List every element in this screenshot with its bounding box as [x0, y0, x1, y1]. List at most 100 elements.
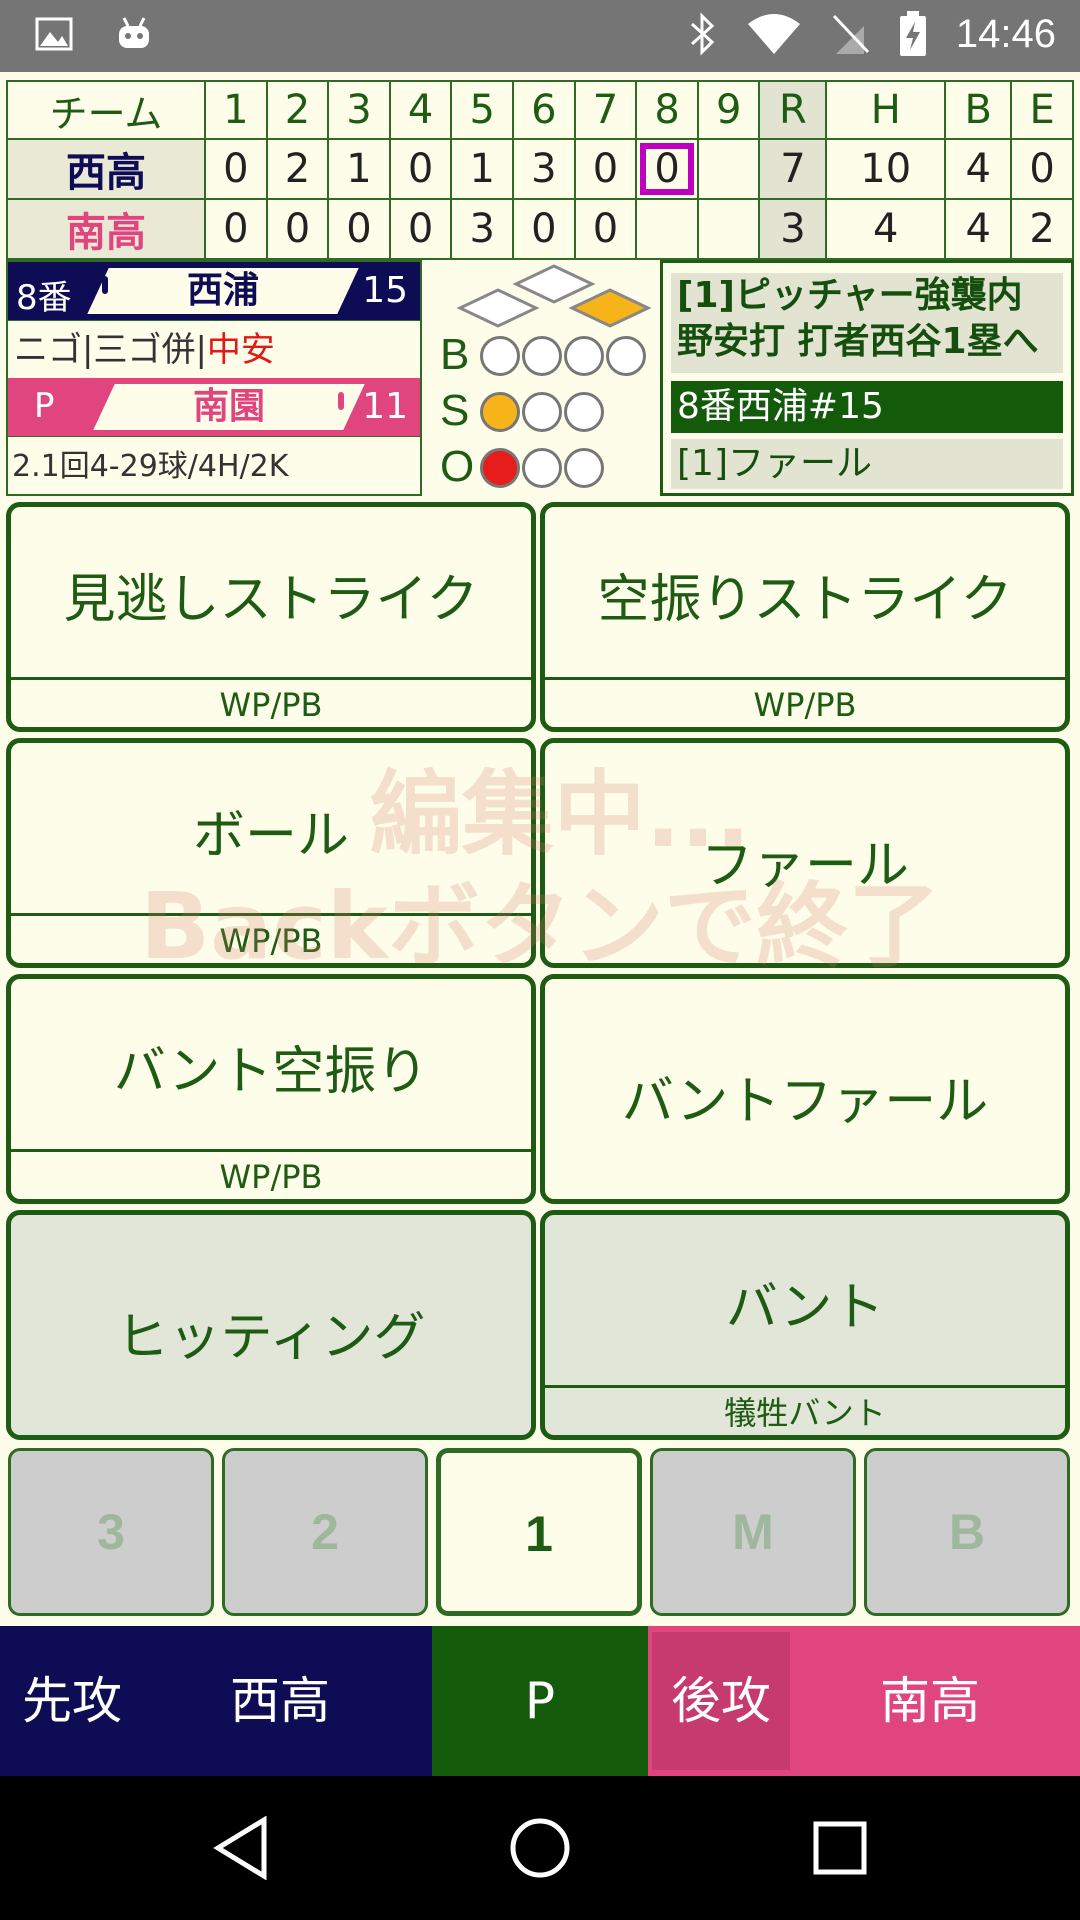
inning-score[interactable]: 1	[450, 138, 515, 200]
inning-header: 7	[573, 80, 638, 140]
ball-button[interactable]: ボール WP/PB	[6, 738, 536, 968]
team-bar: 先攻 西高 P 後攻 南高	[0, 1626, 1080, 1776]
sacrifice-bunt-button[interactable]: 犠牲バント	[545, 1385, 1065, 1435]
strike-light-2	[522, 392, 562, 432]
strike-light-3	[564, 392, 604, 432]
bottom-team-name: 南高	[6, 198, 206, 260]
top-team-walks: 4	[944, 138, 1013, 200]
recents-icon[interactable]	[812, 1820, 868, 1876]
called-strike-button[interactable]: 見逃しストライク WP/PB	[6, 502, 536, 732]
scoreboard-header-row: チーム 1 2 3 4 5 6 7 8 9 R H B E	[6, 80, 1074, 140]
bottom-side-label: 後攻	[652, 1632, 790, 1770]
inning-header: 2	[265, 80, 330, 140]
batter-history-latest: 中安	[206, 330, 275, 370]
swinging-strike-button[interactable]: 空振りストライク WP/PB	[540, 502, 1070, 732]
inning-score[interactable]	[696, 198, 761, 260]
inning-score[interactable]: 0	[388, 198, 453, 260]
scoreboard-bottom-team-row: 南高 0 0 0 0 3 0 0 3 4 4 2	[6, 198, 1074, 260]
batter-pitcher-panel[interactable]: 8番 西浦 15 ニゴ|三ゴ併|中安 P 南園 11 2.1回4-29球/4H/…	[6, 260, 422, 496]
inning-header: 9	[696, 80, 761, 140]
inning-score[interactable]: 0	[573, 198, 638, 260]
inning-header: 6	[512, 80, 576, 140]
swinging-strike-wp-pb-button[interactable]: WP/PB	[545, 677, 1065, 727]
strikes-label: S	[440, 386, 470, 435]
navigation-bar	[0, 1776, 1080, 1920]
ball-light-4	[606, 336, 646, 376]
hitting-button[interactable]: ヒッティング	[6, 1210, 536, 1440]
inning-score[interactable]: 3	[450, 198, 515, 260]
foul-button[interactable]: ファール	[540, 738, 1070, 968]
total-header-errors: E	[1010, 80, 1074, 140]
tab-2[interactable]: 2	[222, 1448, 428, 1616]
top-team-errors: 0	[1010, 138, 1074, 200]
scoreboard-top-team-row: 西高 0 2 1 0 1 3 0 0 7 10 4 0	[6, 138, 1074, 200]
inning-score[interactable]: 1	[327, 138, 391, 200]
first-base[interactable]	[568, 288, 652, 328]
pitcher-row[interactable]: P 南園 11	[8, 378, 420, 436]
pitcher-label: P	[34, 386, 55, 426]
tab-b[interactable]: B	[864, 1448, 1070, 1616]
top-team-runs: 7	[758, 138, 828, 200]
pitcher-stats: 2.1回4-29球/4H/2K	[8, 436, 420, 494]
back-icon[interactable]	[212, 1816, 272, 1880]
batter-history-prev: ニゴ|三ゴ併|	[14, 330, 207, 370]
android-icon	[119, 17, 149, 48]
second-base[interactable]	[512, 264, 596, 304]
batter-order: 8番	[16, 278, 72, 318]
inning-score[interactable]: 0	[265, 198, 330, 260]
batter-name: 西浦	[186, 270, 259, 311]
tab-m[interactable]: M	[650, 1448, 856, 1616]
balls-label: B	[440, 330, 470, 379]
home-icon[interactable]	[508, 1816, 572, 1880]
out-light-3	[564, 448, 604, 488]
total-header-runs: R	[758, 80, 828, 140]
inning-score[interactable]: 0	[327, 198, 391, 260]
inning-score[interactable]: 0	[512, 198, 576, 260]
batter-row[interactable]: 8番 西浦 15	[8, 262, 420, 320]
inning-score[interactable]: 0	[388, 138, 453, 200]
no-sim-icon	[832, 14, 869, 54]
top-team-button[interactable]: 先攻 西高	[0, 1626, 432, 1776]
inning-score[interactable]	[696, 138, 761, 200]
mode-tabs: 3 2 1 M B	[0, 1440, 1080, 1624]
count-panel: B S O	[432, 262, 652, 498]
inning-score[interactable]: 0	[204, 198, 268, 260]
inning-score[interactable]: 0	[204, 138, 268, 200]
bunt-miss-wp-pb-button[interactable]: WP/PB	[11, 1149, 531, 1199]
foul-label: ファール	[700, 836, 909, 896]
hitting-label: ヒッティング	[116, 1308, 426, 1368]
bottom-team-button[interactable]: 後攻 南高	[648, 1626, 1080, 1776]
pitcher-name: 南園	[192, 386, 265, 427]
ball-label: ボール	[192, 806, 349, 866]
outs-label: O	[440, 442, 475, 491]
called-strike-wp-pb-button[interactable]: WP/PB	[11, 677, 531, 727]
mode-p-button[interactable]: P	[432, 1626, 648, 1776]
current-inning-score[interactable]: 0	[635, 138, 699, 200]
play-log[interactable]: [1]ピッチャー強襲内 野安打 打者西谷1塁へ 8番西浦#15 [1]ファール	[660, 260, 1074, 496]
bottom-team-runs: 3	[758, 198, 828, 260]
bottom-team-hits: 4	[825, 198, 947, 260]
third-base[interactable]	[456, 288, 540, 328]
tab-3[interactable]: 3	[8, 1448, 214, 1616]
inning-score[interactable]: 0	[573, 138, 638, 200]
tab-1[interactable]: 1	[436, 1448, 642, 1616]
ball-wp-pb-button[interactable]: WP/PB	[11, 913, 531, 963]
bunt-foul-button[interactable]: バントファール	[540, 974, 1070, 1204]
batter-hand-marker	[102, 276, 108, 294]
out-light-2	[522, 448, 562, 488]
inning-score[interactable]: 2	[265, 138, 330, 200]
pitcher-number: 11	[362, 386, 408, 427]
bases-diamond	[456, 264, 652, 328]
clock: 14:46	[955, 11, 1056, 56]
bottom-team-errors: 2	[1010, 198, 1074, 260]
ball-light-3	[564, 336, 604, 376]
bluetooth-icon	[690, 12, 715, 56]
bunt-miss-button[interactable]: バント空振り WP/PB	[6, 974, 536, 1204]
inning-score[interactable]	[635, 198, 699, 260]
inning-header: 1	[204, 80, 268, 140]
status-bar: 14:46	[0, 0, 1080, 72]
inning-score[interactable]: 3	[512, 138, 576, 200]
swinging-strike-label: 空振りストライク	[597, 570, 1013, 630]
bunt-button[interactable]: バント 犠牲バント	[540, 1210, 1070, 1440]
strike-light-1	[480, 392, 520, 432]
